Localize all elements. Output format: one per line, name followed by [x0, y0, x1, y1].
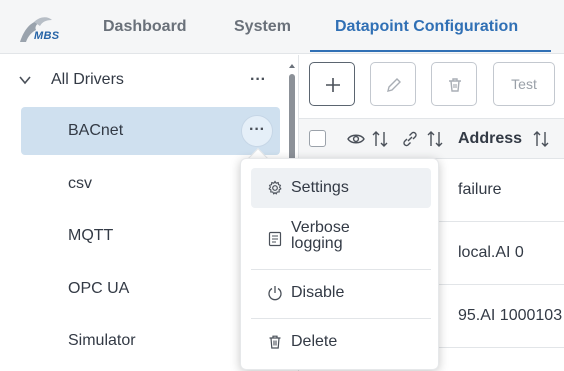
- test-button[interactable]: Test: [493, 62, 555, 106]
- menu-item-disable[interactable]: Disable: [251, 273, 431, 313]
- document-icon: [268, 231, 282, 247]
- tree-item-label: BACnet: [68, 122, 124, 139]
- tree-item-label: MQTT: [68, 227, 114, 244]
- menu-item-label-line1: Verbose: [291, 219, 350, 236]
- menu-item-label: Settings: [291, 179, 349, 196]
- power-icon: [268, 286, 282, 301]
- link-icon[interactable]: [401, 131, 419, 147]
- menu-item-settings[interactable]: Settings: [251, 168, 431, 208]
- menu-item-label: Disable: [291, 284, 345, 301]
- menu-item-label-line2: logging: [291, 235, 343, 252]
- active-tab-indicator: [310, 50, 551, 52]
- menu-item-verbose-logging[interactable]: Verbose logging: [251, 214, 431, 266]
- delete-button[interactable]: [431, 62, 477, 106]
- scroll-up-arrow-icon[interactable]: [288, 62, 296, 70]
- add-button[interactable]: [309, 62, 355, 106]
- chevron-down-icon[interactable]: [18, 73, 32, 87]
- more-horizontal-icon: ···: [249, 121, 265, 138]
- tree-item-label: Simulator: [68, 332, 136, 349]
- tree-item-label: csv: [68, 175, 92, 192]
- tab-datapoint-configuration[interactable]: Datapoint Configuration: [335, 17, 518, 37]
- gear-icon: [268, 180, 282, 195]
- context-menu: Settings Verbose logging Disable Delete: [240, 158, 439, 370]
- tree-root-all-drivers[interactable]: All Drivers ···: [0, 68, 280, 92]
- tab-dashboard[interactable]: Dashboard: [103, 17, 187, 37]
- sort-icon[interactable]: [371, 130, 389, 148]
- scrollbar-thumb[interactable]: [289, 74, 295, 164]
- top-header: MBS Dashboard System Datapoint Configura…: [0, 0, 564, 54]
- menu-separator: [251, 318, 431, 319]
- test-button-label: Test: [511, 76, 537, 92]
- plus-icon: [326, 78, 340, 92]
- table-header: Address: [299, 118, 564, 159]
- trash-icon: [269, 335, 281, 349]
- address-cell: failure: [458, 181, 502, 198]
- logo-text: MBS: [34, 30, 60, 42]
- tree-root-label: All Drivers: [51, 71, 124, 88]
- tree-item-label: OPC UA: [68, 280, 130, 297]
- edit-button[interactable]: [370, 62, 416, 106]
- menu-item-label: Delete: [291, 333, 338, 350]
- eye-icon[interactable]: [347, 131, 365, 147]
- trash-icon: [449, 78, 461, 92]
- item-more-button[interactable]: ···: [241, 115, 273, 147]
- menu-separator: [251, 269, 431, 270]
- tree-item-bacnet[interactable]: BACnet ···: [21, 107, 280, 155]
- sort-icon[interactable]: [426, 130, 444, 148]
- menu-item-delete[interactable]: Delete: [251, 322, 431, 362]
- select-all-checkbox[interactable]: [309, 130, 326, 147]
- pencil-icon: [387, 78, 401, 92]
- sort-icon[interactable]: [532, 130, 550, 148]
- address-cell: local.AI 0: [458, 244, 524, 261]
- column-header-address[interactable]: Address: [458, 130, 522, 148]
- tab-system[interactable]: System: [234, 17, 291, 37]
- root-more-icon[interactable]: ···: [250, 72, 266, 88]
- address-cell: 95.AI 1000103: [458, 307, 563, 324]
